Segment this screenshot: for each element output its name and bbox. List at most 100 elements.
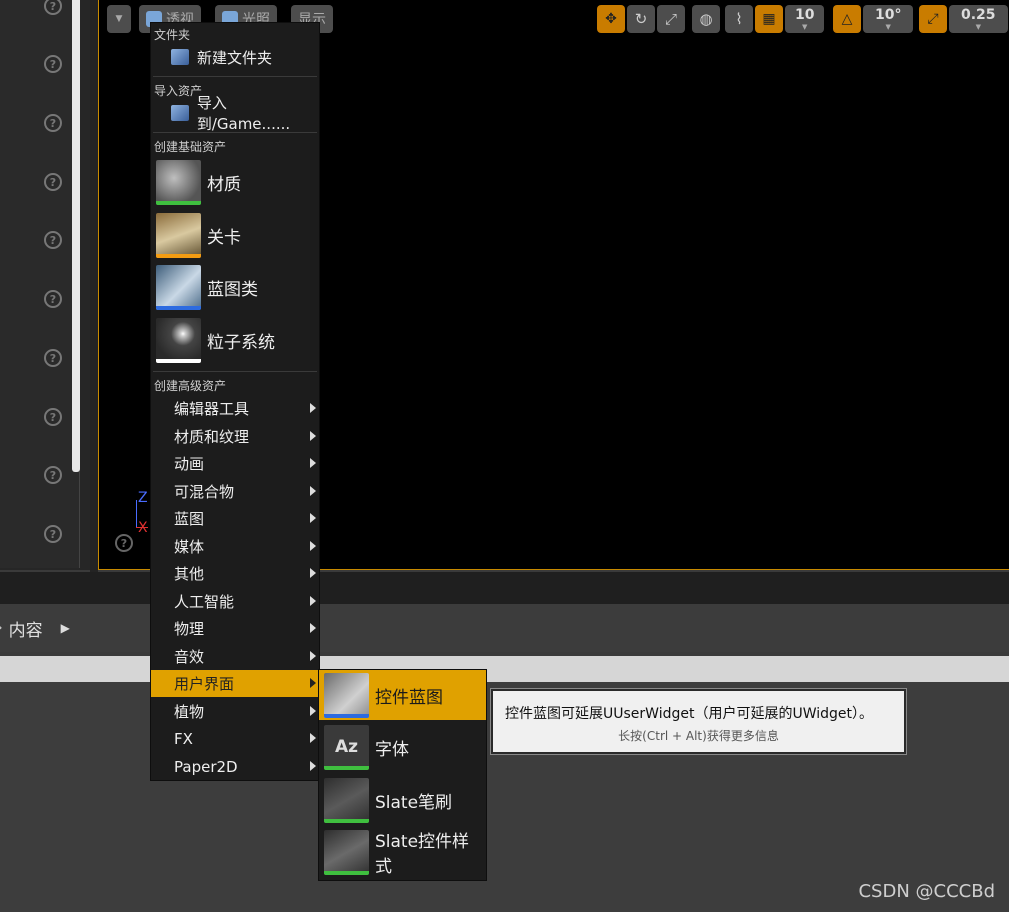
blueprint-class-icon [156, 264, 201, 310]
chevron-right-icon [310, 706, 316, 716]
chevron-right-icon [310, 596, 316, 606]
section-advanced-assets: 创建高级资产 [154, 379, 227, 393]
help-icon[interactable]: ? [44, 173, 62, 191]
submenu-slate-brush[interactable]: Slate笔刷 [319, 775, 486, 825]
chevron-right-icon [310, 568, 316, 578]
scale-tool[interactable]: ⤢ [657, 5, 685, 33]
help-icon[interactable]: ? [44, 408, 62, 426]
editor-window: ? ? ? ? ? ? ? ? ? ? ▼ 透视 光照 显示 ✥ ↻ ⤢ ◍ ⌇… [0, 0, 1009, 912]
advanced-ai[interactable]: 人工智能 [151, 588, 319, 615]
material-icon [156, 159, 201, 205]
menu-divider [153, 371, 317, 372]
submenu-widget-blueprint[interactable]: 控件蓝图 [319, 670, 486, 720]
chevron-right-icon [310, 431, 316, 441]
help-icon[interactable]: ? [44, 114, 62, 132]
path-content[interactable]: 内容 [9, 616, 43, 641]
angle-icon: △ [841, 11, 853, 27]
slate-widget-style-icon [324, 829, 369, 875]
asset-type-bar [156, 200, 201, 205]
new-folder-item[interactable]: 新建文件夹 [171, 45, 272, 69]
tooltip-hint: 长按(Ctrl + Alt)获得更多信息 [618, 729, 779, 743]
scale-snap-icon: ⤢ [927, 11, 939, 27]
advanced-editor-tools[interactable]: 编辑器工具 [151, 395, 319, 422]
help-icon[interactable]: ? [44, 525, 62, 543]
details-column: ? ? ? ? ? ? ? ? ? ? [0, 0, 80, 568]
surface-snap-icon: ⌇ [735, 10, 743, 28]
chevron-right-icon: › [0, 620, 3, 636]
asset-type-bar [324, 870, 369, 875]
watermark: CSDN @CCCBd [858, 881, 995, 902]
chevron-right-icon [310, 486, 316, 496]
advanced-foliage[interactable]: 植物 [151, 698, 319, 725]
chevron-down-icon: ▼ [885, 22, 891, 31]
transform-tools: ✥ ↻ ⤢ [597, 4, 685, 34]
chevron-right-icon [310, 541, 316, 551]
rotation-snap-toggle[interactable]: △ [833, 5, 861, 33]
rotation-snap-value[interactable]: 10° ▼ [863, 5, 914, 33]
advanced-blueprints[interactable]: 蓝图 [151, 505, 319, 532]
panel-divider [90, 0, 98, 572]
basic-asset-material[interactable]: 材质 [156, 158, 318, 206]
help-icon[interactable]: ? [44, 290, 62, 308]
basic-asset-blueprint-class[interactable]: 蓝图类 [156, 263, 318, 311]
section-basic-assets: 创建基础资产 [154, 140, 227, 154]
details-panel: ? ? ? ? ? ? ? ? ? ? [0, 0, 90, 570]
chevron-right-icon [310, 458, 316, 468]
scale-icon: ⤢ [664, 10, 677, 28]
submenu-font[interactable]: Az 字体 [319, 722, 486, 772]
particle-system-icon [156, 317, 201, 363]
asset-type-bar [324, 713, 369, 718]
details-scrollbar[interactable] [72, 0, 80, 472]
scale-snap-value[interactable]: 0.25 ▼ [949, 5, 1008, 33]
widget-blueprint-tooltip: 控件蓝图可延展UUserWidget（用户可延展的UWidget）。 长按(Ct… [491, 689, 906, 754]
help-icon[interactable]: ? [44, 0, 62, 15]
advanced-media[interactable]: 媒体 [151, 533, 319, 560]
help-icon[interactable]: ? [44, 55, 62, 73]
asset-type-bar [156, 253, 201, 258]
tooltip-description: 控件蓝图可延展UUserWidget（用户可延展的UWidget）。 [505, 706, 874, 722]
translate-tool[interactable]: ✥ [597, 5, 625, 33]
viewport-options-button[interactable]: ▼ [107, 5, 131, 33]
add-new-context-menu: 文件夹 新建文件夹 导入资产 导入到/Game...... 创建基础资产 材质 … [150, 22, 320, 781]
rotate-tool[interactable]: ↻ [627, 5, 655, 33]
submenu-slate-widget-style[interactable]: Slate控件样式 [319, 827, 486, 877]
axis-z-label: Z [138, 490, 148, 506]
advanced-fx[interactable]: FX [151, 725, 319, 752]
world-local-toggle[interactable]: ◍ [692, 5, 720, 33]
grid-snap-value[interactable]: 10 ▼ [785, 5, 825, 33]
advanced-animation[interactable]: 动画 [151, 450, 319, 477]
level-icon [156, 212, 201, 258]
chevron-right-icon [310, 651, 316, 661]
grid-snap-group: ⌇ ▦ 10 ▼ [725, 4, 825, 34]
globe-icon: ◍ [699, 10, 713, 28]
chevron-right-icon [310, 733, 316, 743]
chevron-down-icon: ▼ [975, 22, 981, 31]
basic-asset-particle-system[interactable]: 粒子系统 [156, 316, 318, 364]
grid-icon: ▦ [762, 11, 776, 27]
asset-type-bar [324, 765, 369, 770]
help-icon[interactable]: ? [44, 349, 62, 367]
path-chevron-icon[interactable]: ▶ [61, 621, 70, 635]
asset-type-bar [156, 305, 201, 310]
advanced-physics[interactable]: 物理 [151, 615, 319, 642]
surface-snap-button[interactable]: ⌇ [725, 5, 753, 33]
new-folder-icon [171, 49, 189, 65]
grid-snap-toggle[interactable]: ▦ [755, 5, 783, 33]
basic-asset-level[interactable]: 关卡 [156, 211, 318, 259]
advanced-miscellaneous[interactable]: 其他 [151, 560, 319, 587]
advanced-blendables[interactable]: 可混合物 [151, 478, 319, 505]
slate-brush-icon [324, 777, 369, 823]
advanced-paper2d[interactable]: Paper2D [151, 753, 319, 780]
advanced-materials-textures[interactable]: 材质和纹理 [151, 423, 319, 450]
scale-snap-toggle[interactable]: ⤢ [919, 5, 947, 33]
help-icon[interactable]: ? [44, 466, 62, 484]
coord-system: ◍ [692, 4, 720, 34]
section-import: 导入资产 [154, 84, 203, 98]
advanced-sounds[interactable]: 音效 [151, 643, 319, 670]
rotate-icon: ↻ [634, 10, 648, 28]
help-icon[interactable]: ? [115, 534, 133, 552]
move-icon: ✥ [605, 11, 617, 27]
import-item[interactable]: 导入到/Game...... [171, 94, 319, 133]
advanced-user-interface[interactable]: 用户界面 [151, 670, 319, 697]
help-icon[interactable]: ? [44, 231, 62, 249]
